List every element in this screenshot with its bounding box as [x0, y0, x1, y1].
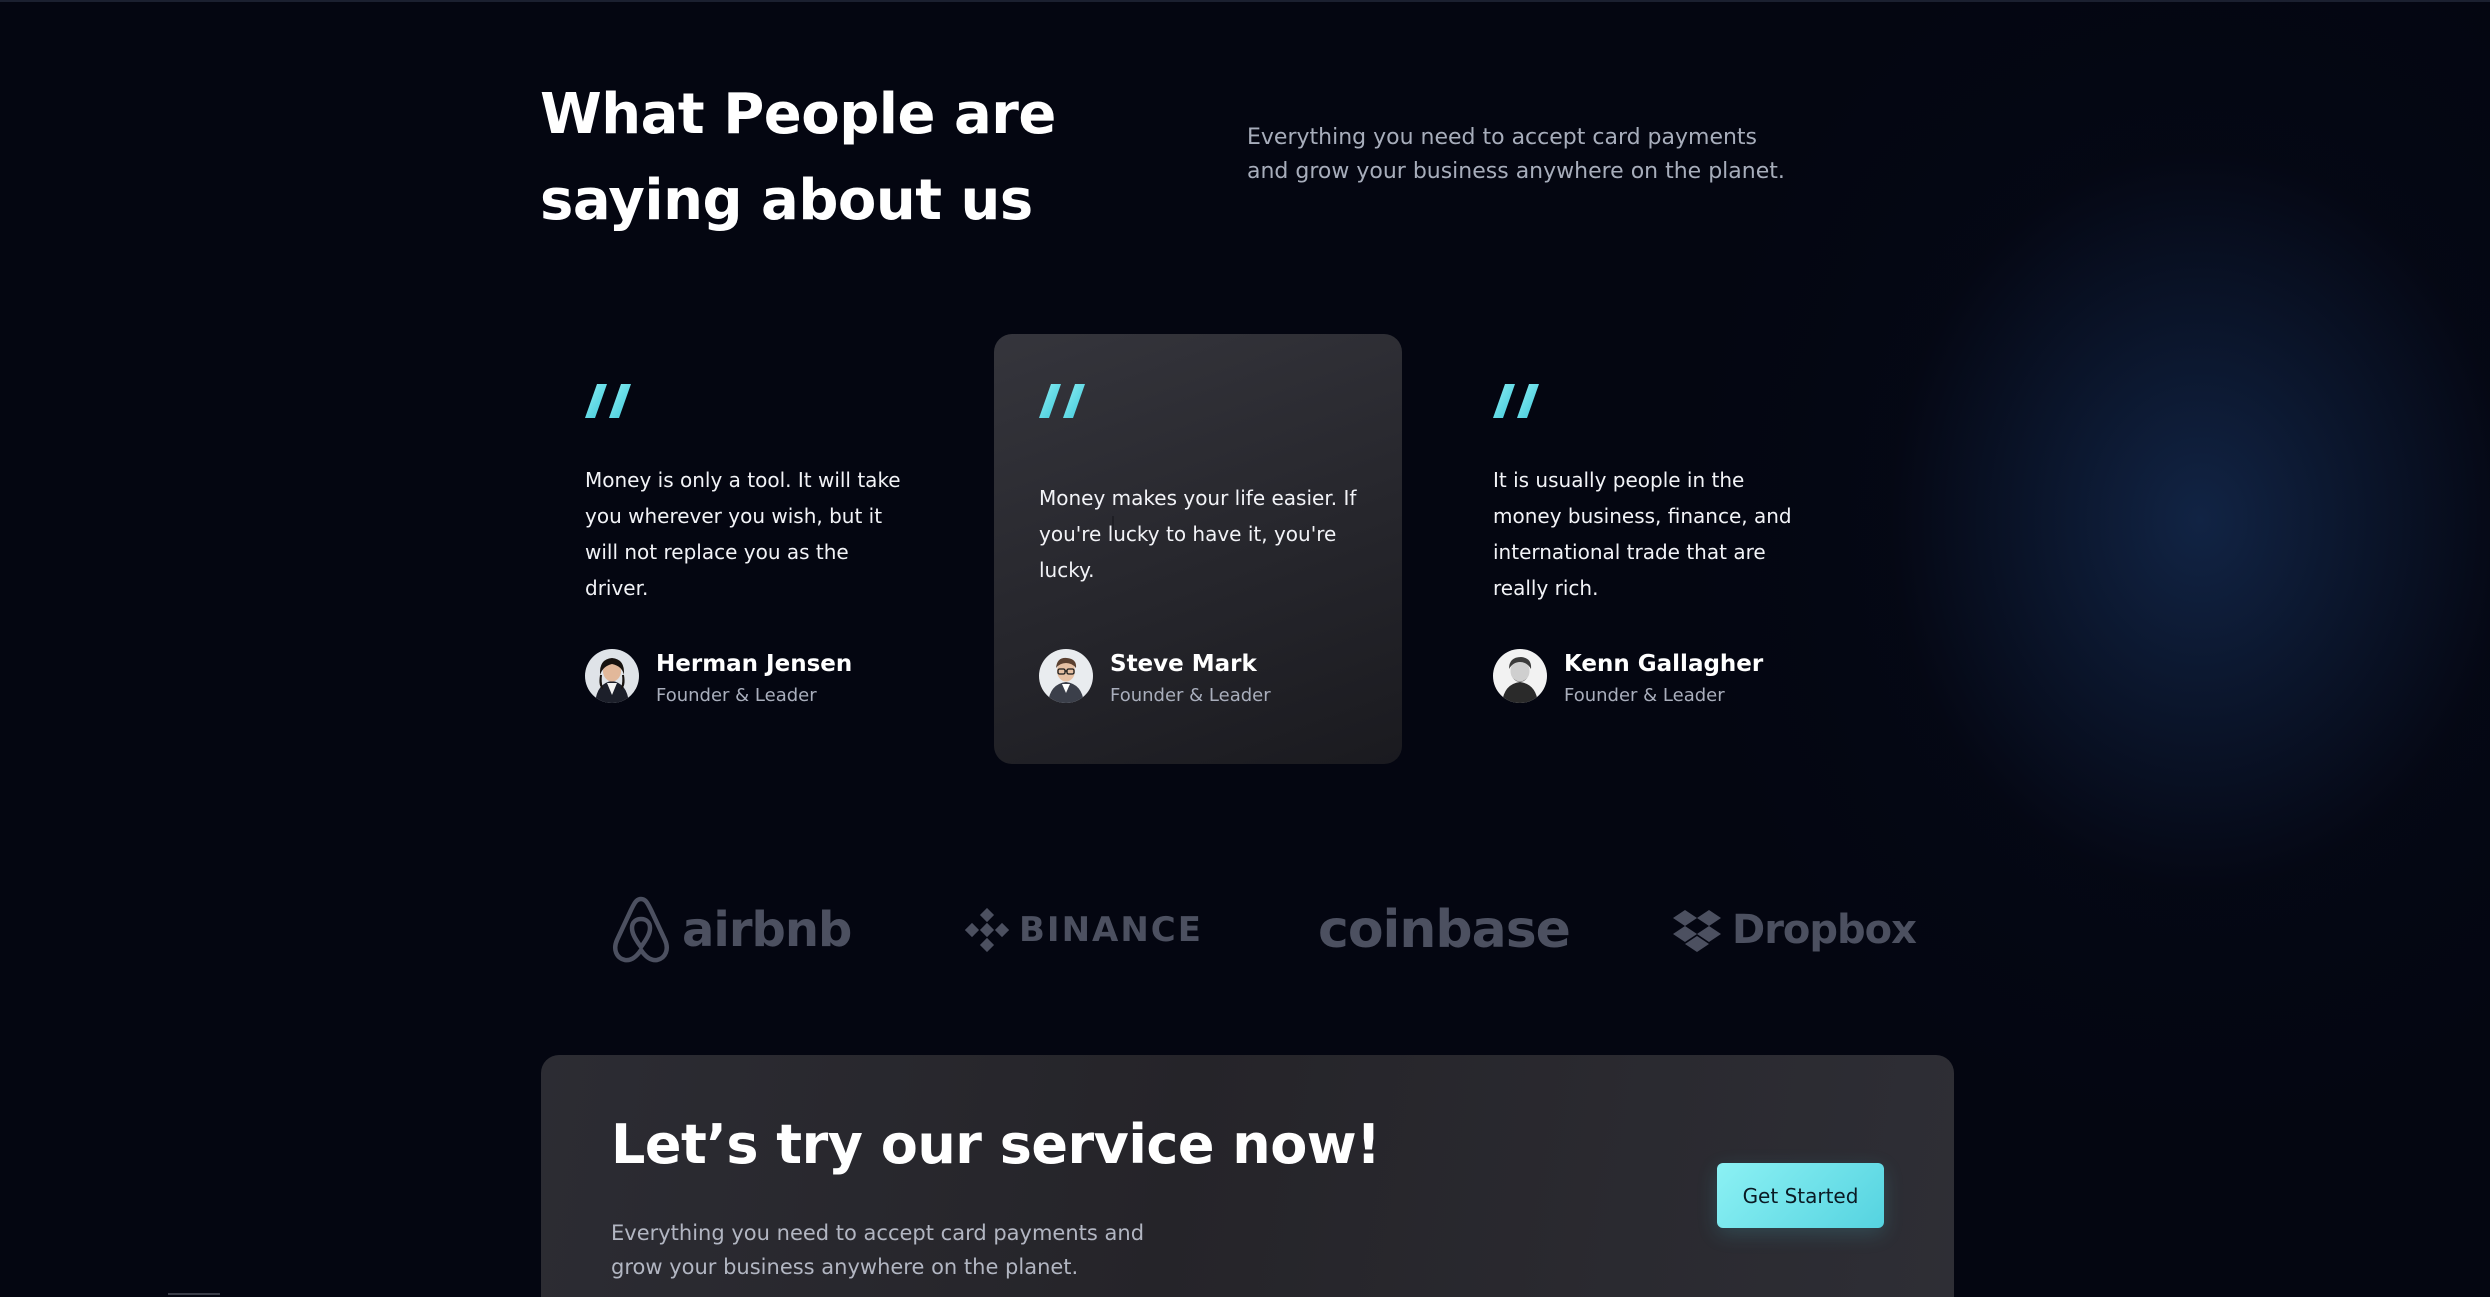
- quote-icon: [1039, 384, 1085, 418]
- logo-label: BINANCE: [1019, 910, 1203, 950]
- binance-logo-icon: [965, 908, 1009, 952]
- quote-icon: [585, 384, 631, 418]
- logo-coinbase: coinbase: [1318, 890, 1571, 970]
- testimonial-author: Steve Mark Founder & Leader: [1039, 649, 1379, 706]
- airbnb-logo-icon: [613, 896, 669, 963]
- logo-airbnb: airbnb: [610, 890, 852, 970]
- author-role: Founder & Leader: [656, 685, 817, 706]
- testimonial-author: Herman Jensen Founder & Leader: [585, 649, 925, 706]
- cta-title: Let’s try our service now!: [611, 1113, 1381, 1176]
- logo-binance: BINANCE: [965, 890, 1203, 970]
- cta-panel: Let’s try our service now! Everything yo…: [541, 1055, 1954, 1297]
- dropbox-logo-icon: [1673, 910, 1721, 952]
- author-role: Founder & Leader: [1564, 685, 1725, 706]
- scroll-indicator: [168, 1293, 220, 1295]
- author-name: Herman Jensen: [656, 651, 853, 677]
- logo-dropbox: Dropbox: [1672, 890, 1917, 970]
- testimonial-quote: Money is only a tool. It will take you w…: [585, 468, 901, 600]
- testimonial-card-kenn-gallagher: It is usually people in the money busine…: [1448, 334, 1856, 764]
- author-name: Steve Mark: [1110, 651, 1257, 677]
- cta-text: Everything you need to accept card payme…: [611, 1221, 1145, 1279]
- testimonial-card-herman-jensen: Money is only a tool. It will take you w…: [540, 334, 948, 764]
- section-title: What People are saying about us: [540, 82, 1056, 233]
- top-border: [0, 0, 2490, 2]
- logo-label: airbnb: [682, 902, 852, 958]
- author-name: Kenn Gallagher: [1564, 651, 1764, 677]
- avatar: [1493, 649, 1547, 703]
- logo-label: coinbase: [1318, 900, 1571, 960]
- testimonial-card-steve-mark: Money makes your life easier. If you're …: [994, 334, 1402, 764]
- quote-icon: [1493, 384, 1539, 418]
- testimonial-author: Kenn Gallagher Founder & Leader: [1493, 649, 1833, 706]
- get-started-button[interactable]: Get Started: [1717, 1163, 1884, 1228]
- testimonials-page: What People are saying about us Everythi…: [0, 0, 2490, 1297]
- logo-label: Dropbox: [1732, 907, 1917, 953]
- avatar: [585, 649, 639, 703]
- avatar: [1039, 649, 1093, 703]
- testimonial-quote: It is usually people in the money busine…: [1493, 468, 1792, 600]
- section-subtitle: Everything you need to accept card payme…: [1247, 125, 1785, 184]
- testimonial-quote: Money makes your life easier. If you're …: [1039, 486, 1357, 582]
- partner-logos: airbnb BINANCE coinbase Dropbox: [600, 890, 1917, 970]
- author-role: Founder & Leader: [1110, 685, 1271, 706]
- testimonial-cards: Money is only a tool. It will take you w…: [540, 334, 1940, 764]
- text-cursor: [1112, 516, 1114, 538]
